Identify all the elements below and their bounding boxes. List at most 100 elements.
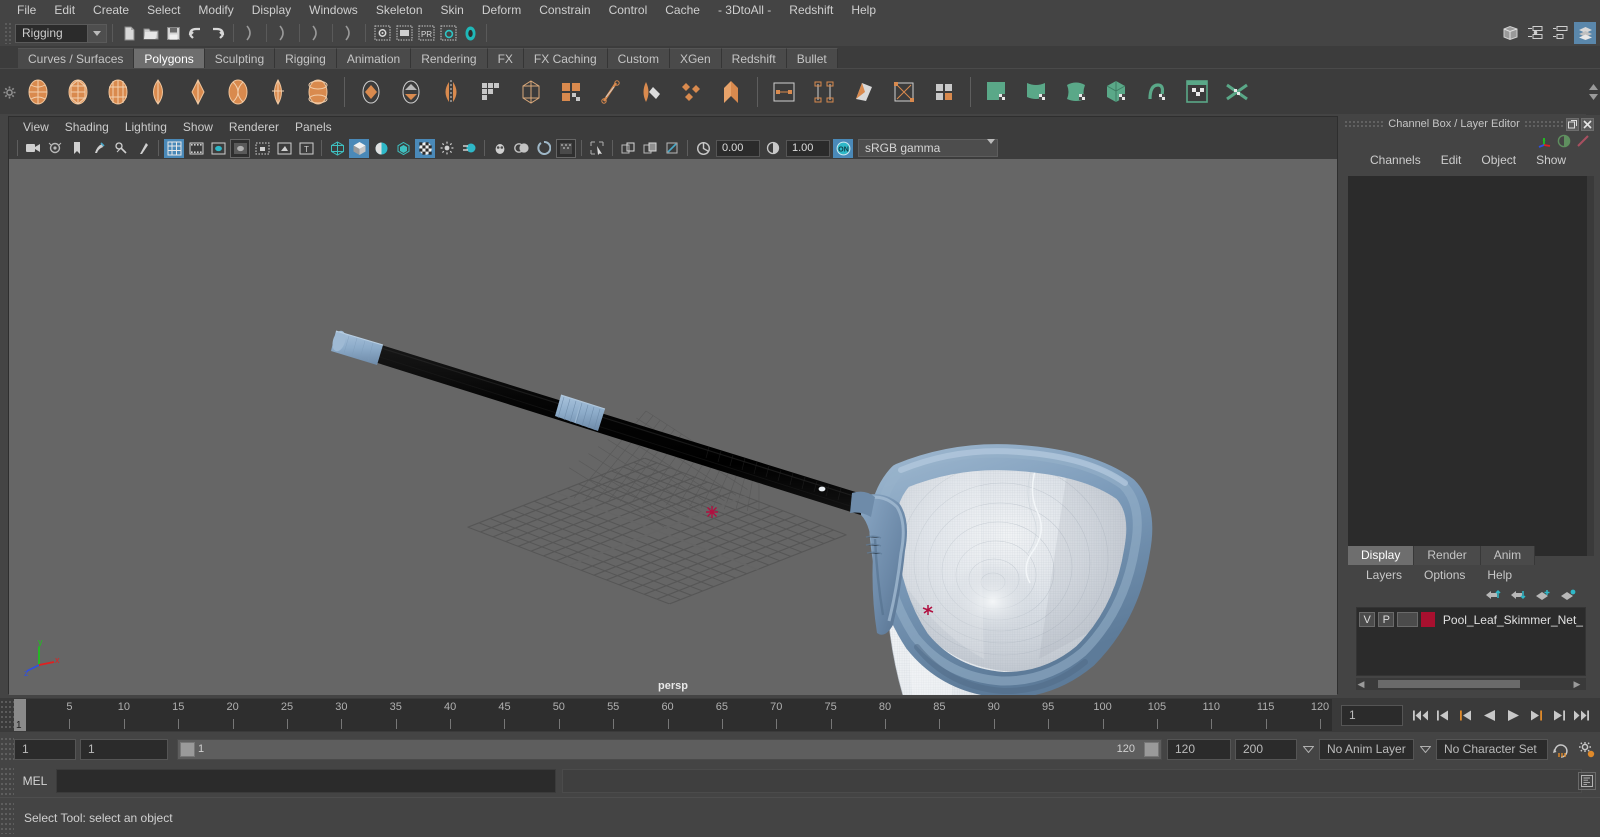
anim-layer-selector[interactable]: No Anim Layer bbox=[1319, 738, 1414, 760]
current-time-indicator[interactable]: 1 bbox=[14, 699, 26, 731]
current-frame-field[interactable]: 1 bbox=[1341, 704, 1403, 726]
script-editor-icon[interactable] bbox=[1578, 772, 1596, 790]
go-to-start-icon[interactable] bbox=[1410, 705, 1431, 726]
shelf-tab-sculpting[interactable]: Sculpting bbox=[204, 48, 276, 68]
view-transform-a-icon[interactable] bbox=[618, 139, 638, 158]
menu-create[interactable]: Create bbox=[84, 0, 138, 20]
menu-3dtoall[interactable]: - 3DtoAll - bbox=[709, 0, 780, 20]
layer-list-horizontal-scrollbar[interactable]: ◀ ▶ bbox=[1356, 678, 1586, 690]
viewport-menu-view[interactable]: View bbox=[15, 117, 57, 137]
step-forward-frame-icon[interactable] bbox=[1525, 705, 1546, 726]
range-start-field[interactable]: 1 bbox=[80, 738, 168, 760]
menu-skeleton[interactable]: Skeleton bbox=[367, 0, 432, 20]
tab-anim[interactable]: Anim bbox=[1480, 546, 1536, 565]
scroll-right-icon[interactable]: ▶ bbox=[1572, 679, 1582, 690]
redo-icon[interactable] bbox=[206, 22, 228, 44]
shelf-tab-fx[interactable]: FX bbox=[487, 48, 524, 68]
layer-menu-options[interactable]: Options bbox=[1424, 568, 1465, 582]
multisample-aa-icon[interactable] bbox=[490, 139, 510, 158]
menu-display[interactable]: Display bbox=[243, 0, 300, 20]
snap-to-point-icon[interactable]: PR bbox=[415, 22, 437, 44]
channel-box-scrollbar[interactable] bbox=[1587, 176, 1594, 556]
play-forwards-icon[interactable] bbox=[1502, 705, 1523, 726]
screen-space-ao-icon[interactable] bbox=[437, 139, 457, 158]
shelf-tab-redshift[interactable]: Redshift bbox=[721, 48, 787, 68]
toggle-grid-icon[interactable] bbox=[164, 138, 184, 158]
polygon-cylinder-icon[interactable] bbox=[100, 74, 136, 110]
channel-box-layer-editor-icon[interactable] bbox=[1574, 22, 1596, 44]
menu-edit[interactable]: Edit bbox=[45, 0, 84, 20]
layer-color-swatch[interactable] bbox=[1421, 612, 1435, 627]
menu-deform[interactable]: Deform bbox=[473, 0, 530, 20]
chevron-down-icon[interactable] bbox=[987, 139, 995, 158]
menu-control[interactable]: Control bbox=[600, 0, 657, 20]
polygon-prism-icon[interactable] bbox=[260, 74, 296, 110]
fill-hole-icon[interactable] bbox=[846, 74, 882, 110]
toggle-safe-action-icon[interactable] bbox=[274, 139, 294, 158]
uv-cylindrical-icon[interactable] bbox=[1019, 74, 1055, 110]
scrollbar-thumb[interactable] bbox=[1378, 680, 1520, 688]
booleans-icon[interactable] bbox=[513, 74, 549, 110]
shelf-tab-rendering[interactable]: Rendering bbox=[411, 48, 488, 68]
panel-drag-handle-right[interactable] bbox=[1524, 120, 1564, 128]
mirror-geometry-icon[interactable] bbox=[433, 74, 469, 110]
open-scene-icon[interactable] bbox=[140, 22, 162, 44]
shelf-tab-curves-surfaces[interactable]: Curves / Surfaces bbox=[18, 48, 135, 68]
polygon-sphere-icon[interactable] bbox=[20, 74, 56, 110]
modeling-toolkit-icon[interactable] bbox=[1576, 134, 1590, 148]
channel-menu-edit[interactable]: Edit bbox=[1441, 153, 1462, 167]
view-transform-c-icon[interactable] bbox=[662, 139, 682, 158]
create-layer-from-selected-icon[interactable] bbox=[1560, 589, 1576, 601]
command-line-drag-handle[interactable] bbox=[0, 767, 14, 795]
menu-help[interactable]: Help bbox=[842, 0, 885, 20]
animation-end-field[interactable]: 200 bbox=[1235, 738, 1297, 760]
save-scene-icon[interactable] bbox=[162, 22, 184, 44]
wireframe-icon[interactable] bbox=[327, 139, 347, 158]
combine-icon[interactable] bbox=[353, 74, 389, 110]
uv-unfold-icon[interactable] bbox=[1139, 74, 1175, 110]
uv-automatic-icon[interactable] bbox=[1099, 74, 1135, 110]
tab-display[interactable]: Display bbox=[1348, 546, 1415, 565]
image-plane-icon[interactable] bbox=[67, 139, 87, 158]
move-layer-up-icon[interactable] bbox=[1485, 589, 1501, 601]
go-to-end-icon[interactable] bbox=[1571, 705, 1592, 726]
menu-modify[interactable]: Modify bbox=[189, 0, 242, 20]
channel-menu-channels[interactable]: Channels bbox=[1370, 153, 1421, 167]
menu-constrain[interactable]: Constrain bbox=[530, 0, 599, 20]
bevel-icon[interactable] bbox=[673, 74, 709, 110]
bookmarks-icon[interactable] bbox=[45, 139, 65, 158]
exposure-value-field[interactable]: 0.00 bbox=[716, 139, 760, 157]
use-all-lights-icon[interactable] bbox=[393, 139, 413, 158]
shelf-options-gear-icon[interactable] bbox=[0, 69, 18, 115]
shelf-tab-custom[interactable]: Custom bbox=[607, 48, 670, 68]
reduce-icon[interactable] bbox=[553, 74, 589, 110]
step-back-frame-icon[interactable] bbox=[1456, 705, 1477, 726]
menu-cache[interactable]: Cache bbox=[656, 0, 709, 20]
shelf-scroll-arrows[interactable] bbox=[1586, 69, 1600, 115]
toggle-safe-title-icon[interactable]: T bbox=[296, 139, 316, 158]
undock-panel-icon[interactable] bbox=[1566, 117, 1579, 131]
command-input[interactable] bbox=[56, 769, 556, 793]
layer-menu-layers[interactable]: Layers bbox=[1366, 568, 1402, 582]
play-backwards-icon[interactable] bbox=[1479, 705, 1500, 726]
menu-file[interactable]: File bbox=[8, 0, 45, 20]
new-scene-icon[interactable] bbox=[118, 22, 140, 44]
range-start-handle[interactable] bbox=[180, 741, 195, 757]
multi-cut-icon[interactable] bbox=[713, 74, 749, 110]
animation-start-field[interactable]: 1 bbox=[14, 738, 76, 760]
select-by-object-icon[interactable] bbox=[272, 22, 294, 44]
layer-name-label[interactable]: Pool_Leaf_Skimmer_Net_ bbox=[1443, 613, 1583, 627]
select-by-component-icon[interactable] bbox=[305, 22, 327, 44]
viewport-menu-panels[interactable]: Panels bbox=[287, 117, 340, 137]
viewport-menu-lighting[interactable]: Lighting bbox=[117, 117, 175, 137]
channel-box-attribute-list[interactable] bbox=[1348, 176, 1588, 556]
layer-visibility-toggle[interactable]: V bbox=[1359, 612, 1376, 627]
shaded-and-textured-icon[interactable] bbox=[371, 139, 391, 158]
editor-layout-icon[interactable] bbox=[1524, 22, 1546, 44]
select-camera-icon[interactable] bbox=[23, 139, 43, 158]
snap-to-projected-center-icon[interactable] bbox=[437, 22, 459, 44]
viewport-menu-shading[interactable]: Shading bbox=[57, 117, 117, 137]
layer-shading-toggle[interactable] bbox=[1397, 612, 1419, 627]
shelf-tab-bullet[interactable]: Bullet bbox=[786, 48, 838, 68]
gamma-value-field[interactable]: 1.00 bbox=[786, 139, 830, 157]
